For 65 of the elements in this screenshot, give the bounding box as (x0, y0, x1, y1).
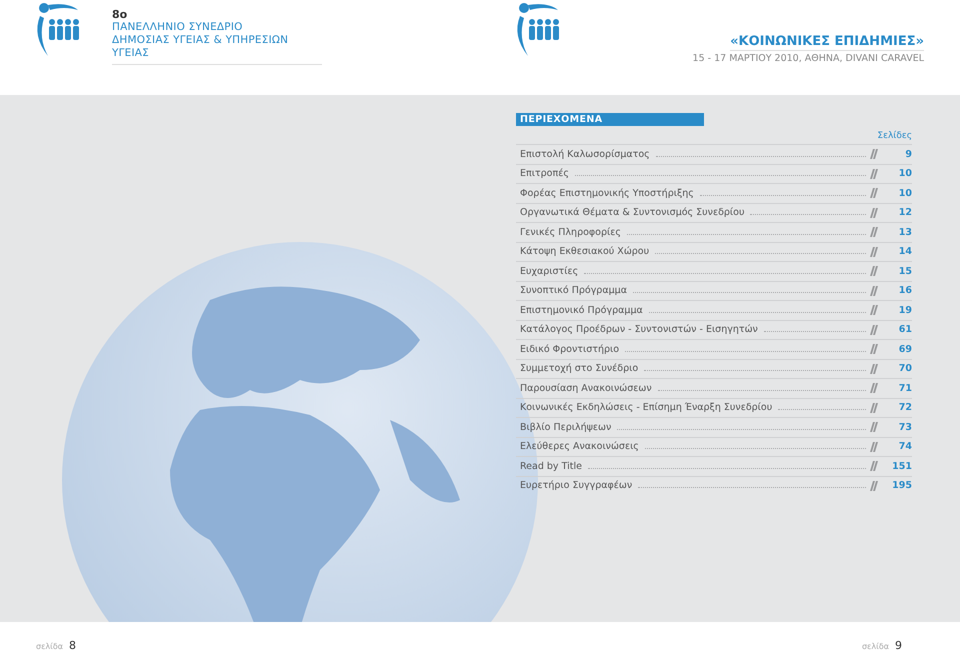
page-number: 9 (904, 148, 912, 160)
page-number: 70 (898, 363, 912, 374)
page-label: σελίδα (862, 642, 889, 650)
contents-entry-title: Ειδικό Φροντιστήριο (520, 344, 620, 355)
double-slash-icon (870, 188, 878, 198)
page-number: 74 (898, 441, 912, 452)
page-number: 13 (898, 226, 912, 238)
page-number: 10 (898, 168, 912, 180)
page-number: 16 (898, 285, 912, 296)
contents-entry-title: Επιστημονικό Πρόγραμμα (520, 304, 643, 316)
double-slash-icon (870, 266, 878, 276)
double-slash-icon (870, 305, 878, 316)
contents-entry-title: Βιβλίο Περιλήψεων (520, 422, 612, 433)
page-number: 19 (898, 304, 912, 316)
contents-entry-title: Κάτοψη Εκθεσιακού Χώρου (520, 246, 650, 258)
page-number: 15 (898, 266, 912, 277)
pages-label: Σελίδες (877, 131, 912, 141)
contents-entry-title: Επιστολή Καλωσορίσματος (520, 148, 650, 160)
contents-entry-title: Read by Title (520, 460, 582, 472)
double-slash-icon (870, 364, 878, 374)
contents-entry-title: Συμμετοχή στο Συνέδριο (520, 363, 638, 374)
contents-entry-title: Παρουσίαση Ανακοινώσεων (520, 382, 652, 394)
contents-entry-title: Ελεύθερες Ανακοινώσεις (520, 441, 639, 452)
double-slash-icon (870, 246, 878, 257)
edition-number: 8ο (112, 8, 128, 21)
page-number: 72 (898, 402, 912, 414)
page-number: 73 (898, 422, 912, 433)
double-slash-icon (870, 422, 878, 432)
page-number: 71 (898, 382, 912, 394)
page-number: 195 (891, 480, 912, 492)
contents-entry-title: Οργανωτικά Θέματα & Συντονισμός Συνεδρίου (520, 207, 744, 218)
double-slash-icon (870, 402, 878, 413)
double-slash-icon (870, 344, 878, 354)
double-slash-icon (870, 149, 878, 160)
page-number: 69 (898, 344, 912, 355)
double-slash-icon (870, 461, 878, 472)
double-slash-icon (870, 480, 878, 491)
conference-theme: «ΚΟΙΝΩΝΙΚΕΣ ΕΠΙΔΗΜΙΕΣ» (730, 34, 924, 51)
double-slash-icon (870, 208, 878, 218)
double-slash-icon (870, 168, 878, 179)
page-number: 8 (69, 638, 76, 652)
double-slash-icon (870, 286, 878, 296)
contents-entry-title: Κατάλογος Προέδρων - Συντονιστών - Εισηγητών (520, 324, 758, 336)
double-slash-icon (870, 383, 878, 394)
page-number: 9 (895, 638, 902, 652)
contents-entry-title: Συνοπτικό Πρόγραμμα (520, 285, 627, 296)
contents-entry-title: Ευχαριστίες (520, 266, 578, 277)
double-slash-icon (870, 442, 878, 452)
contents-heading: ΠΕΡΙΕΧΟΜΕΝΑ (516, 113, 704, 126)
page-number: 14 (898, 246, 912, 258)
conference-subtitle: ΔΗΜΟΣΙΑΣ ΥΓΕΙΑΣ & ΥΠΗΡΕΣΙΩΝ ΥΓΕΙΑΣ (112, 34, 290, 60)
contents-entry-title: Φορέας Επιστημονικής Υποστήριξης (520, 188, 694, 199)
double-slash-icon (870, 227, 878, 238)
conference-date-venue: 15 - 17 ΜΑΡΤΙΟΥ 2010, ΑΘΗΝΑ, DIVANI CARAVEL (692, 53, 924, 64)
contents-entry-title: Επιτροπές (520, 168, 569, 180)
page-number: 10 (898, 188, 912, 199)
page-label: σελίδα (36, 642, 64, 650)
conference-name: ΠΑΝΕΛΛΗΝΙΟ ΣΥΝΕΔΡΙΟ (112, 21, 244, 34)
page-number: 151 (891, 460, 912, 472)
contents-entry-title: Γενικές Πληροφορίες (520, 226, 621, 238)
contents-entry-title: Κοινωνικές Εκδηλώσεις - Επίσημη Έναρξη Συνεδρίου (520, 402, 772, 414)
contents-entry-title: Ευρετήριο Συγγραφέων (520, 480, 632, 492)
double-slash-icon (870, 324, 878, 335)
page-number: 12 (898, 207, 912, 218)
page-number: 61 (898, 324, 912, 336)
